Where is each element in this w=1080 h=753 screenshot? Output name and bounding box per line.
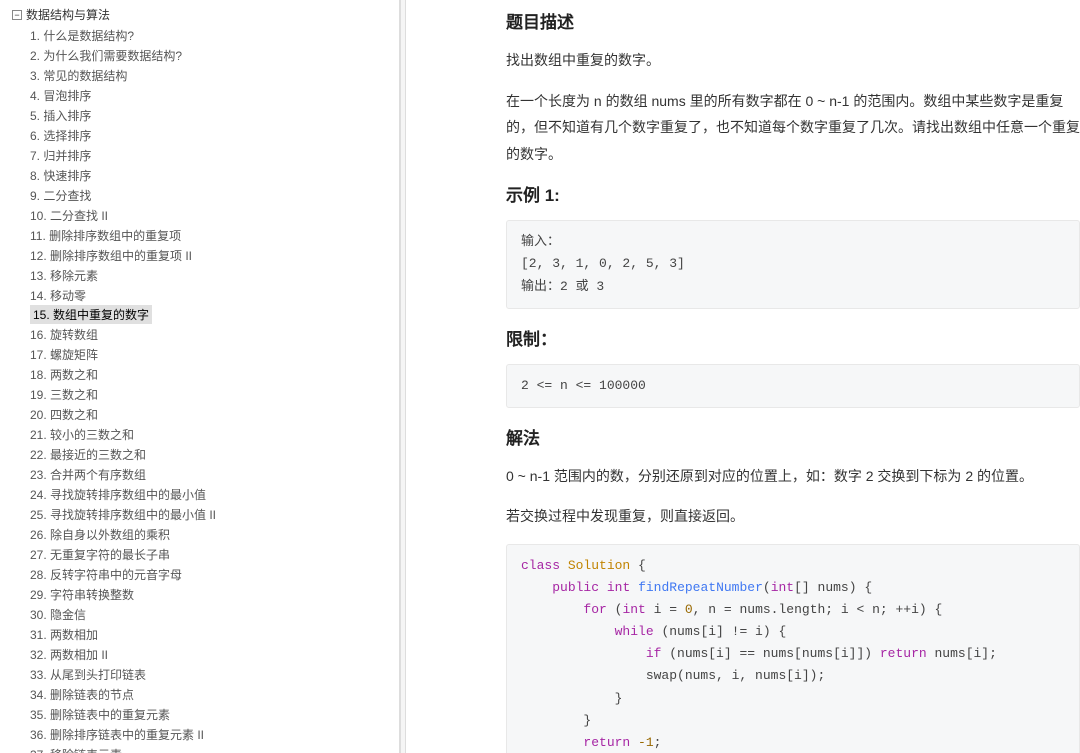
sidebar-item[interactable]: 8. 快速排序 bbox=[30, 165, 399, 185]
sidebar-item[interactable]: 6. 选择排序 bbox=[30, 125, 399, 145]
solution-line-1: 0 ~ n-1 范围内的数，分别还原到对应的位置上，如：数字 2 交换到下标为 … bbox=[506, 463, 1080, 490]
sidebar-item[interactable]: 18. 两数之和 bbox=[30, 364, 399, 384]
sidebar-item[interactable]: 12. 删除排序数组中的重复项 II bbox=[30, 245, 399, 265]
sidebar-item[interactable]: 10. 二分查找 II bbox=[30, 205, 399, 225]
sidebar-item[interactable]: 4. 冒泡排序 bbox=[30, 85, 399, 105]
tree-root-text: 数据结构与算法 bbox=[26, 6, 110, 23]
sidebar-item[interactable]: 34. 删除链表的节点 bbox=[30, 684, 399, 704]
sidebar-item[interactable]: 30. 隐金信 bbox=[30, 604, 399, 624]
sidebar-item[interactable]: 5. 插入排序 bbox=[30, 105, 399, 125]
sidebar-item[interactable]: 15. 数组中重复的数字 bbox=[30, 305, 152, 324]
sidebar-item[interactable]: 35. 删除链表中的重复元素 bbox=[30, 704, 399, 724]
sidebar-item[interactable]: 23. 合并两个有序数组 bbox=[30, 464, 399, 484]
sidebar-item[interactable]: 26. 除自身以外数组的乘积 bbox=[30, 524, 399, 544]
sidebar-item[interactable]: 2. 为什么我们需要数据结构? bbox=[30, 45, 399, 65]
sidebar-item[interactable]: 11. 删除排序数组中的重复项 bbox=[30, 225, 399, 245]
solution-title: 解法 bbox=[506, 424, 1080, 449]
sidebar-item[interactable]: 1. 什么是数据结构? bbox=[30, 25, 399, 45]
example-title: 示例 1: bbox=[506, 181, 1080, 206]
sidebar-item[interactable]: 19. 三数之和 bbox=[30, 384, 399, 404]
sidebar-item[interactable]: 27. 无重复字符的最长子串 bbox=[30, 544, 399, 564]
tree-root-label[interactable]: − 数据结构与算法 bbox=[12, 4, 399, 25]
sidebar-item[interactable]: 16. 旋转数组 bbox=[30, 324, 399, 344]
article-content: 题目描述 找出数组中重复的数字。 在一个长度为 n 的数组 nums 里的所有数… bbox=[406, 0, 1080, 753]
sidebar-item[interactable]: 37. 移除链表元素 bbox=[30, 744, 399, 753]
solution-code-block: class Solution { public int findRepeatNu… bbox=[506, 544, 1080, 753]
sidebar-item[interactable]: 13. 移除元素 bbox=[30, 265, 399, 285]
solution-line-2: 若交换过程中发现重复，则直接返回。 bbox=[506, 503, 1080, 530]
sidebar: − 数据结构与算法 1. 什么是数据结构?2. 为什么我们需要数据结构?3. 常… bbox=[0, 0, 400, 753]
sidebar-item[interactable]: 20. 四数之和 bbox=[30, 404, 399, 424]
sidebar-item[interactable]: 25. 寻找旋转排序数组中的最小值 II bbox=[30, 504, 399, 524]
description-line-2: 在一个长度为 n 的数组 nums 里的所有数字都在 0 ~ n-1 的范围内。… bbox=[506, 88, 1080, 168]
sidebar-item[interactable]: 14. 移动零 bbox=[30, 285, 399, 305]
description-line-1: 找出数组中重复的数字。 bbox=[506, 47, 1080, 74]
sidebar-item[interactable]: 3. 常见的数据结构 bbox=[30, 65, 399, 85]
example-block: 输入： [2, 3, 1, 0, 2, 5, 3] 输出：2 或 3 bbox=[506, 220, 1080, 308]
sidebar-item[interactable]: 22. 最接近的三数之和 bbox=[30, 444, 399, 464]
sidebar-item[interactable]: 17. 螺旋矩阵 bbox=[30, 344, 399, 364]
section-description-title: 题目描述 bbox=[506, 8, 1080, 33]
sidebar-item[interactable]: 21. 较小的三数之和 bbox=[30, 424, 399, 444]
limit-title: 限制： bbox=[506, 325, 1080, 350]
tree-collapse-icon[interactable]: − bbox=[12, 10, 22, 20]
sidebar-item[interactable]: 28. 反转字符串中的元音字母 bbox=[30, 564, 399, 584]
tree-children: 1. 什么是数据结构?2. 为什么我们需要数据结构?3. 常见的数据结构4. 冒… bbox=[12, 25, 399, 753]
sidebar-item[interactable]: 9. 二分查找 bbox=[30, 185, 399, 205]
tree-root: − 数据结构与算法 1. 什么是数据结构?2. 为什么我们需要数据结构?3. 常… bbox=[8, 4, 399, 753]
sidebar-item[interactable]: 7. 归并排序 bbox=[30, 145, 399, 165]
sidebar-item[interactable]: 29. 字符串转换整数 bbox=[30, 584, 399, 604]
limit-block: 2 <= n <= 100000 bbox=[506, 364, 1080, 408]
sidebar-item[interactable]: 36. 删除排序链表中的重复元素 II bbox=[30, 724, 399, 744]
sidebar-item[interactable]: 33. 从尾到头打印链表 bbox=[30, 664, 399, 684]
sidebar-item[interactable]: 31. 两数相加 bbox=[30, 624, 399, 644]
sidebar-item[interactable]: 24. 寻找旋转排序数组中的最小值 bbox=[30, 484, 399, 504]
sidebar-item[interactable]: 32. 两数相加 II bbox=[30, 644, 399, 664]
